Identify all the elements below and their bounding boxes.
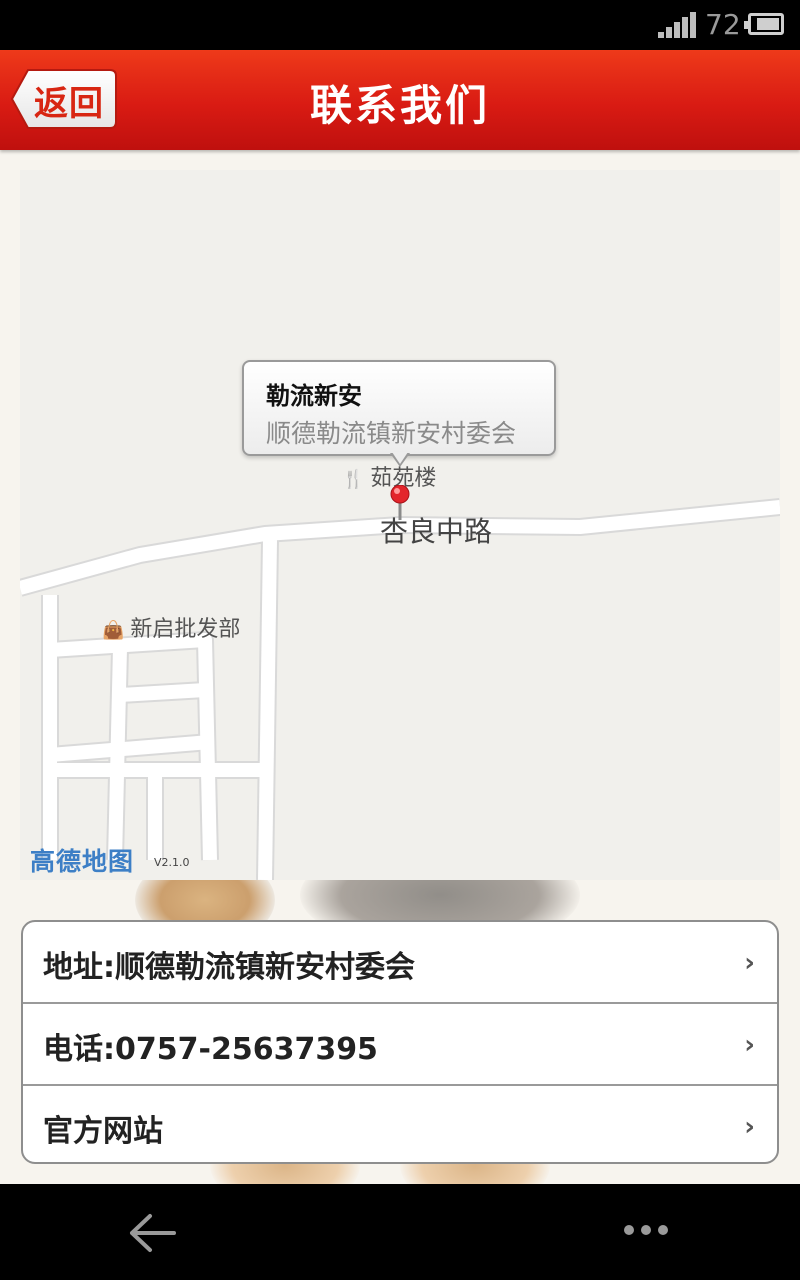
phone-row[interactable]: 电话:0757-25637395 › <box>23 1002 777 1085</box>
chevron-right-icon: › <box>744 1112 755 1142</box>
location-callout[interactable]: 勒流新安 顺德勒流镇新安村委会 <box>242 360 556 456</box>
address-text: 地址:顺德勒流镇新安村委会 <box>43 950 415 985</box>
nav-back-arrow-icon[interactable] <box>128 1212 176 1254</box>
signal-icon <box>658 12 698 38</box>
callout-title: 勒流新安 <box>266 382 362 410</box>
callout-tail-inner <box>392 452 408 464</box>
chevron-right-icon: › <box>744 948 755 978</box>
map-view[interactable]: 🍴 茹苑楼 👜 新启批发部 杏良中路 勒流新安 顺德勒流镇新安村委会 高德地图 V2… <box>20 170 780 880</box>
callout-subtitle: 顺德勒流镇新安村委会 <box>266 419 517 448</box>
title-bar: 返回 联系我们 <box>0 50 800 150</box>
fork-knife-icon: 🍴 <box>342 469 365 490</box>
poi-shop-label: 新启批发部 <box>130 617 241 642</box>
address-row[interactable]: 地址:顺德勒流镇新安村委会 › <box>23 922 777 1003</box>
battery-icon <box>744 13 784 35</box>
phone-text: 电话:0757-25637395 <box>43 1032 378 1067</box>
battery-level: 72 <box>705 8 741 41</box>
website-row[interactable]: 官方网站 › <box>23 1084 777 1162</box>
page-title: 联系我们 <box>309 81 490 130</box>
status-bar: 72 <box>0 0 800 50</box>
system-nav-bar <box>0 1184 800 1280</box>
map-provider-logo: 高德地图 <box>30 847 135 876</box>
location-pin-icon[interactable] <box>390 485 410 521</box>
chevron-right-icon: › <box>744 1030 755 1060</box>
website-text: 官方网站 <box>43 1114 163 1149</box>
map-provider-version: V2.1.0 <box>154 856 190 869</box>
contact-info-list: 地址:顺德勒流镇新安村委会 › 电话:0757-25637395 › 官方网站 … <box>21 920 779 1164</box>
nav-more-icon[interactable] <box>622 1222 670 1238</box>
shopping-bag-icon: 👜 <box>102 620 125 641</box>
poi-shop[interactable]: 👜 新启批发部 <box>102 611 240 643</box>
